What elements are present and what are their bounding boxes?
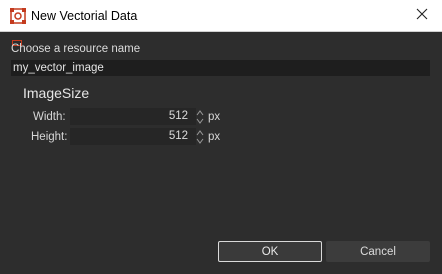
height-value: 512	[168, 130, 188, 142]
width-label: Width:	[33, 111, 66, 123]
title-bar: New Vectorial Data	[0, 0, 442, 32]
height-spinner-icon[interactable]	[196, 129, 204, 145]
app-logo-icon	[10, 8, 26, 24]
resource-name-label: Choose a resource name	[11, 43, 141, 55]
height-unit: px	[208, 131, 221, 143]
width-unit: px	[208, 111, 221, 123]
dialog-body: Choose a resource name ImageSize Width: …	[0, 32, 442, 274]
width-value: 512	[168, 110, 188, 122]
width-field[interactable]: 512	[70, 108, 196, 125]
resize-marker-icon	[12, 33, 22, 46]
cancel-button[interactable]: Cancel	[326, 241, 430, 262]
close-button[interactable]	[402, 0, 442, 32]
window-title: New Vectorial Data	[31, 9, 138, 23]
width-spinner-icon[interactable]	[196, 109, 204, 125]
height-label: Height:	[31, 131, 68, 143]
close-icon	[416, 7, 428, 25]
ok-button[interactable]: OK	[218, 241, 322, 262]
height-field[interactable]: 512	[70, 128, 196, 145]
image-size-heading: ImageSize	[23, 85, 90, 101]
resource-name-input[interactable]	[11, 60, 430, 76]
